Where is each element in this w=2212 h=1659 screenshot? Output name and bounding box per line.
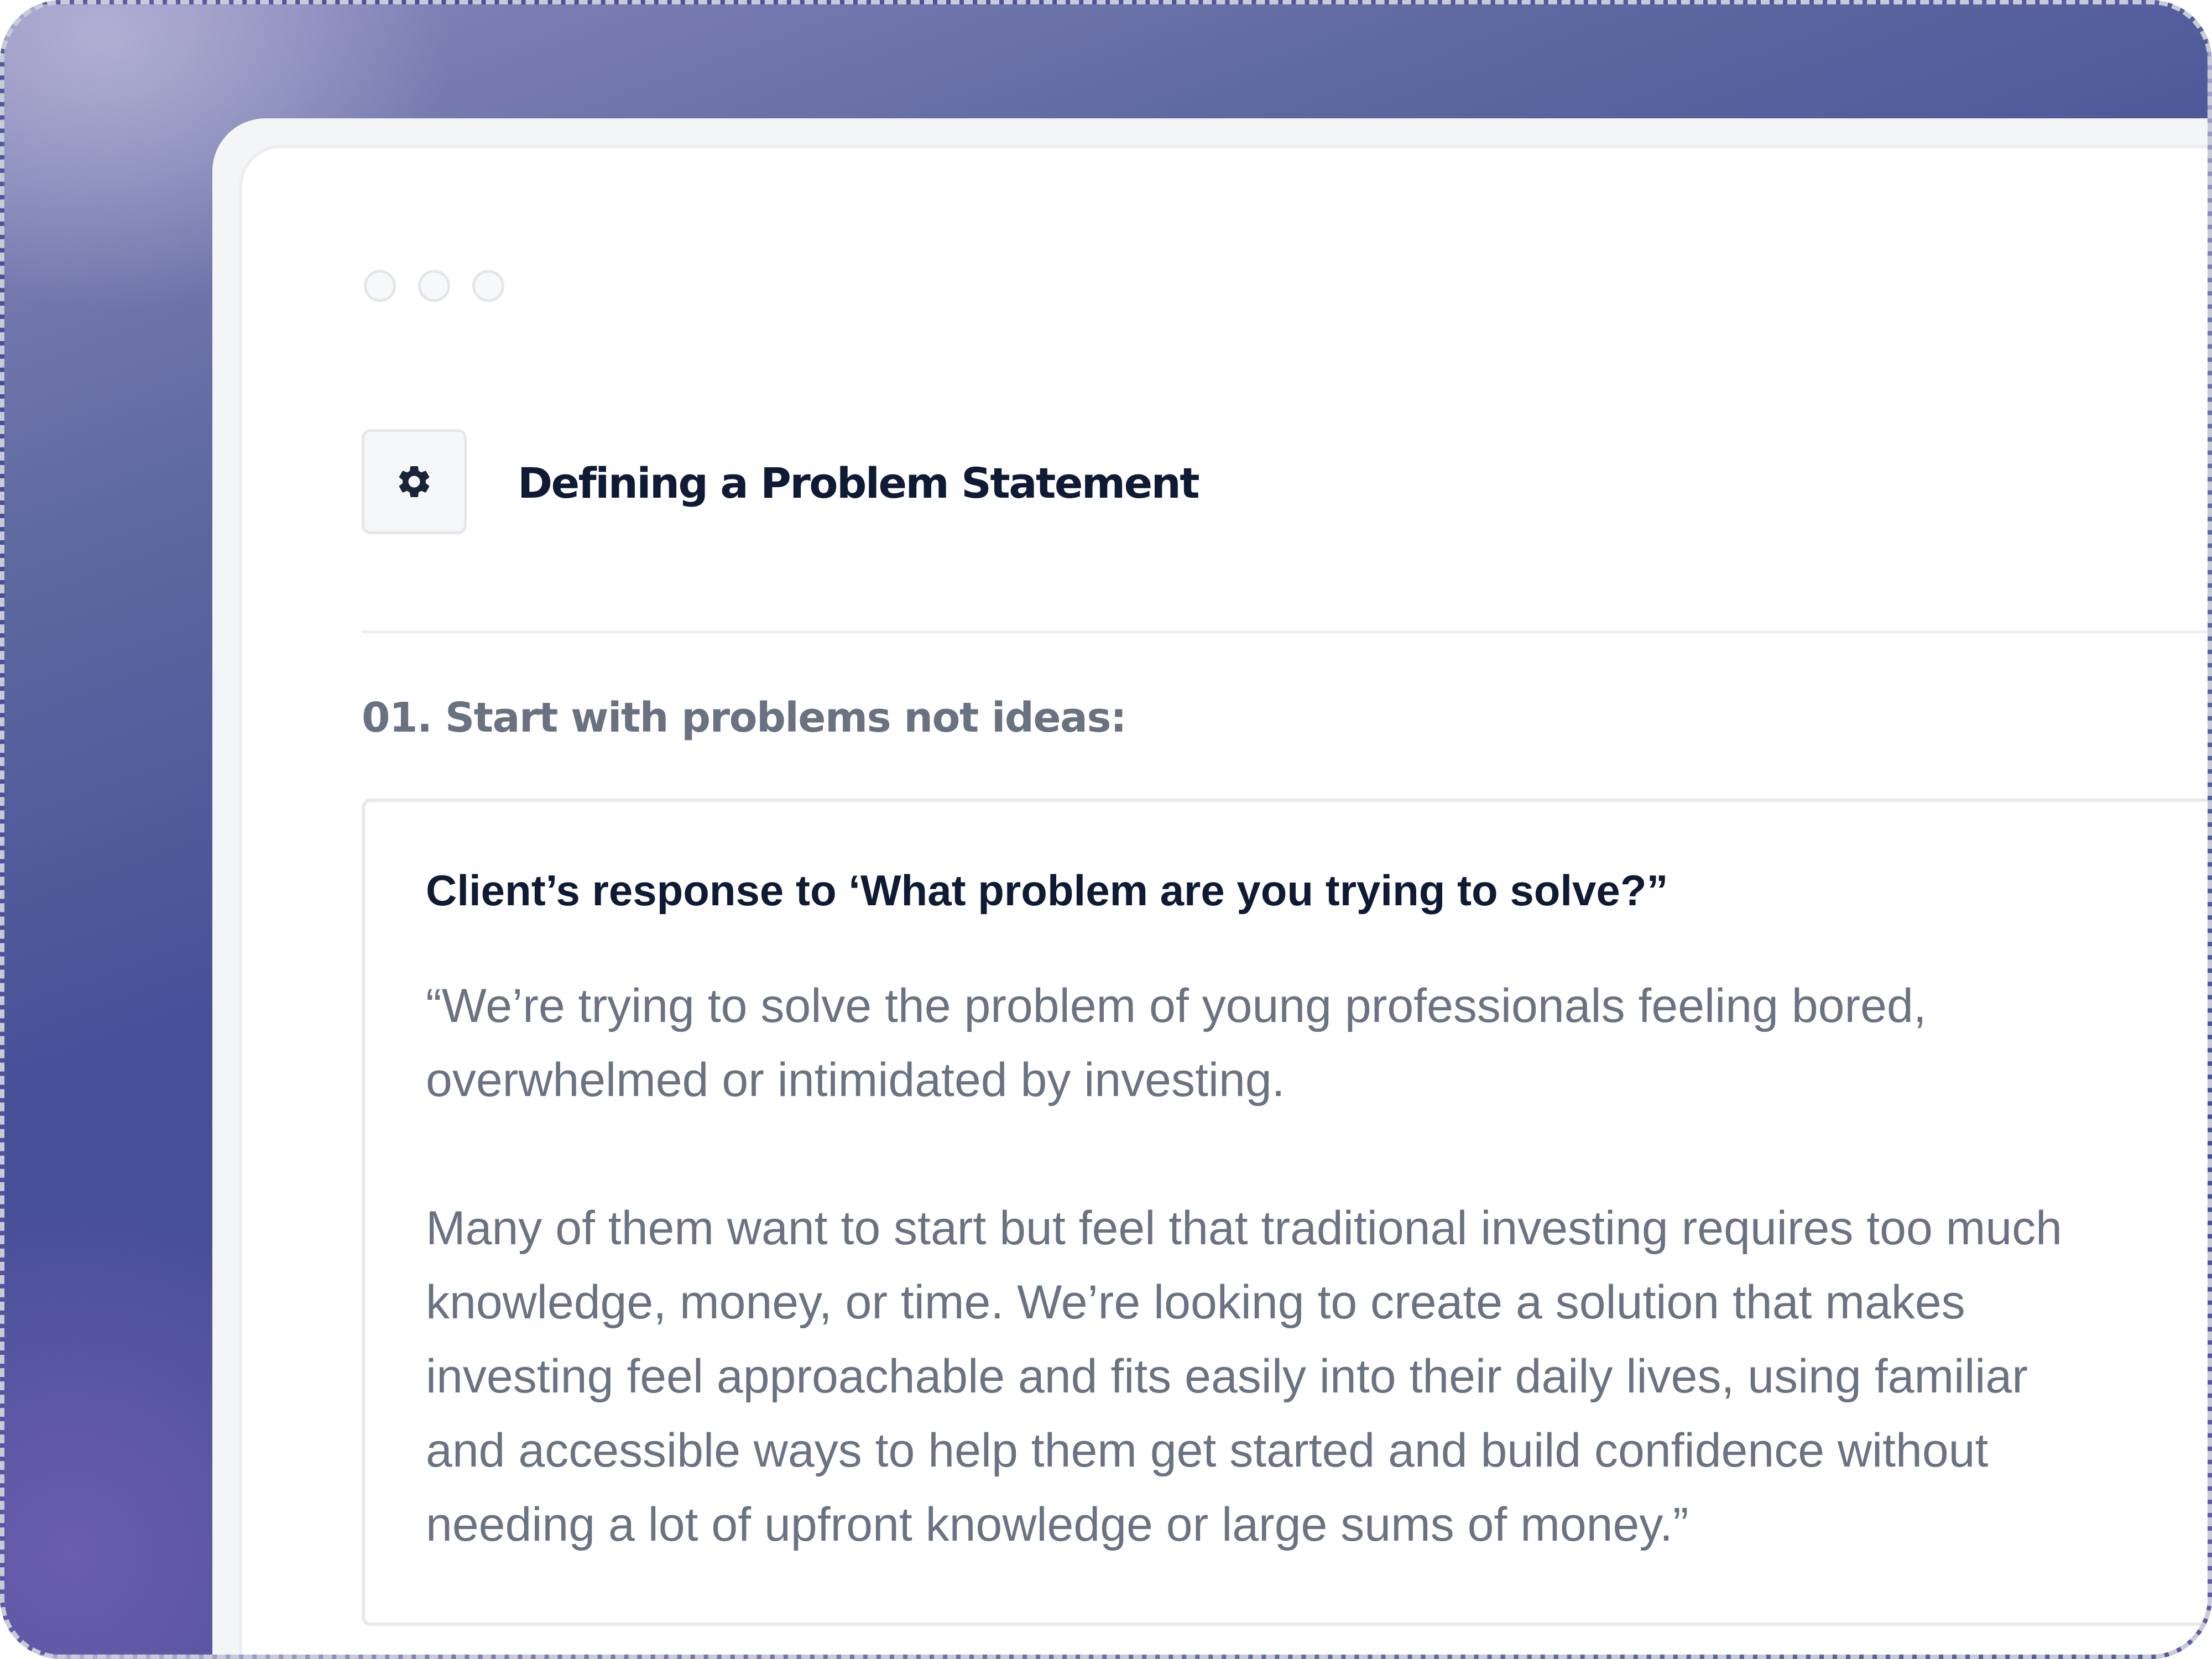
- text-line: “We’re trying to solve the problem of yo…: [426, 979, 1927, 1032]
- text-line: overwhelmed or intimidated by investing.: [426, 1053, 1285, 1107]
- header-divider: [362, 630, 2208, 633]
- text-line: Many of them want to start but feel that…: [426, 1202, 2062, 1255]
- client-response-card: Client’s response to ‘What problem are y…: [362, 799, 2208, 1626]
- window-maximize-button[interactable]: [472, 270, 504, 302]
- window-close-button[interactable]: [364, 270, 396, 302]
- text-line: needing a lot of upfront knowledge or la…: [426, 1498, 1689, 1551]
- gear-icon: [399, 466, 430, 497]
- text-line: knowledge, money, or time. We’re looking…: [426, 1276, 1965, 1329]
- settings-button[interactable]: [362, 429, 467, 534]
- text-line: investing feel approachable and fits eas…: [426, 1350, 2028, 1403]
- page-title: Defining a Problem Statement: [518, 458, 1200, 508]
- response-paragraph-2: Many of them want to start but feel that…: [426, 1191, 2195, 1562]
- background-frame: Defining a Problem Statement 01. Start w…: [0, 0, 2212, 1659]
- card-title: Client’s response to ‘What problem are y…: [426, 866, 1668, 915]
- section-heading: 01. Start with problems not ideas:: [362, 694, 1127, 742]
- window-minimize-button[interactable]: [418, 270, 450, 302]
- card-body: “We’re trying to solve the problem of yo…: [426, 969, 2195, 1562]
- response-paragraph-1: “We’re trying to solve the problem of yo…: [426, 969, 2195, 1117]
- text-line: and accessible ways to help them get sta…: [426, 1424, 1989, 1477]
